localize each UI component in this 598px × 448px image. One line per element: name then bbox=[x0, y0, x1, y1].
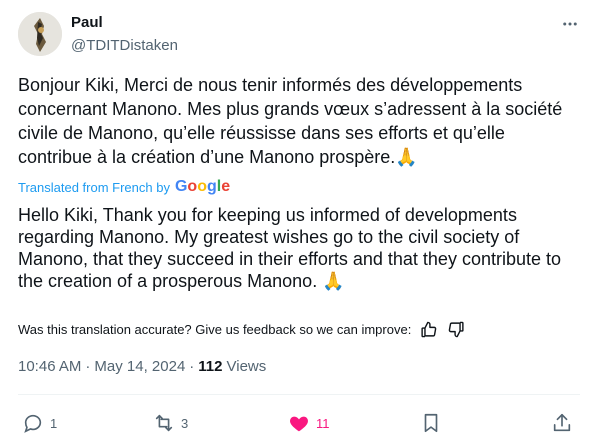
tweet-meta: 10:46 AM · May 14, 2024 · 112 Views bbox=[18, 358, 266, 375]
bookmark-icon bbox=[424, 413, 438, 433]
translated-from-label: Translated from French by bbox=[18, 179, 170, 195]
repost-button[interactable]: 3 bbox=[153, 406, 188, 440]
divider bbox=[18, 394, 580, 395]
tweet-original-text: Bonjour Kiki, Merci de nous tenir inform… bbox=[18, 75, 563, 167]
share-icon bbox=[553, 413, 571, 432]
thumbs-up-icon[interactable] bbox=[417, 318, 439, 340]
like-count: 11 bbox=[316, 415, 330, 431]
reply-button[interactable]: 1 bbox=[22, 406, 57, 440]
thumbs-down-icon[interactable] bbox=[445, 318, 467, 340]
author-name[interactable]: Paul bbox=[71, 14, 103, 31]
tweet-translation-text: Hello Kiki, Thank you for keeping us inf… bbox=[18, 205, 562, 291]
avatar[interactable] bbox=[18, 12, 62, 56]
meta-separator: · bbox=[85, 358, 91, 375]
repost-icon bbox=[155, 414, 173, 432]
action-bar: 1 3 11 bbox=[18, 406, 583, 440]
views-count[interactable]: 112 bbox=[198, 358, 222, 375]
feedback-prompt: Was this translation accurate? Give us f… bbox=[18, 321, 412, 337]
translation-feedback: Was this translation accurate? Give us f… bbox=[18, 318, 467, 340]
reply-count: 1 bbox=[50, 415, 58, 431]
meta-separator: · bbox=[189, 358, 195, 375]
tweet-time[interactable]: 10:46 AM bbox=[18, 358, 81, 375]
views-label: Views bbox=[226, 358, 267, 375]
tweet-date[interactable]: May 14, 2024 bbox=[94, 358, 185, 375]
avatar-image bbox=[18, 12, 62, 56]
like-button[interactable]: 11 bbox=[288, 406, 330, 440]
author-handle[interactable]: @TDITDistaken bbox=[71, 37, 178, 54]
more-icon[interactable] bbox=[556, 12, 584, 36]
repost-count: 3 bbox=[181, 415, 189, 431]
bookmark-button[interactable] bbox=[420, 406, 442, 440]
heart-icon bbox=[290, 416, 308, 432]
translated-from-link[interactable]: Translated from French by Google bbox=[18, 179, 230, 195]
reply-icon bbox=[24, 414, 42, 433]
share-button[interactable] bbox=[551, 406, 573, 440]
google-logo: Google bbox=[174, 178, 231, 195]
